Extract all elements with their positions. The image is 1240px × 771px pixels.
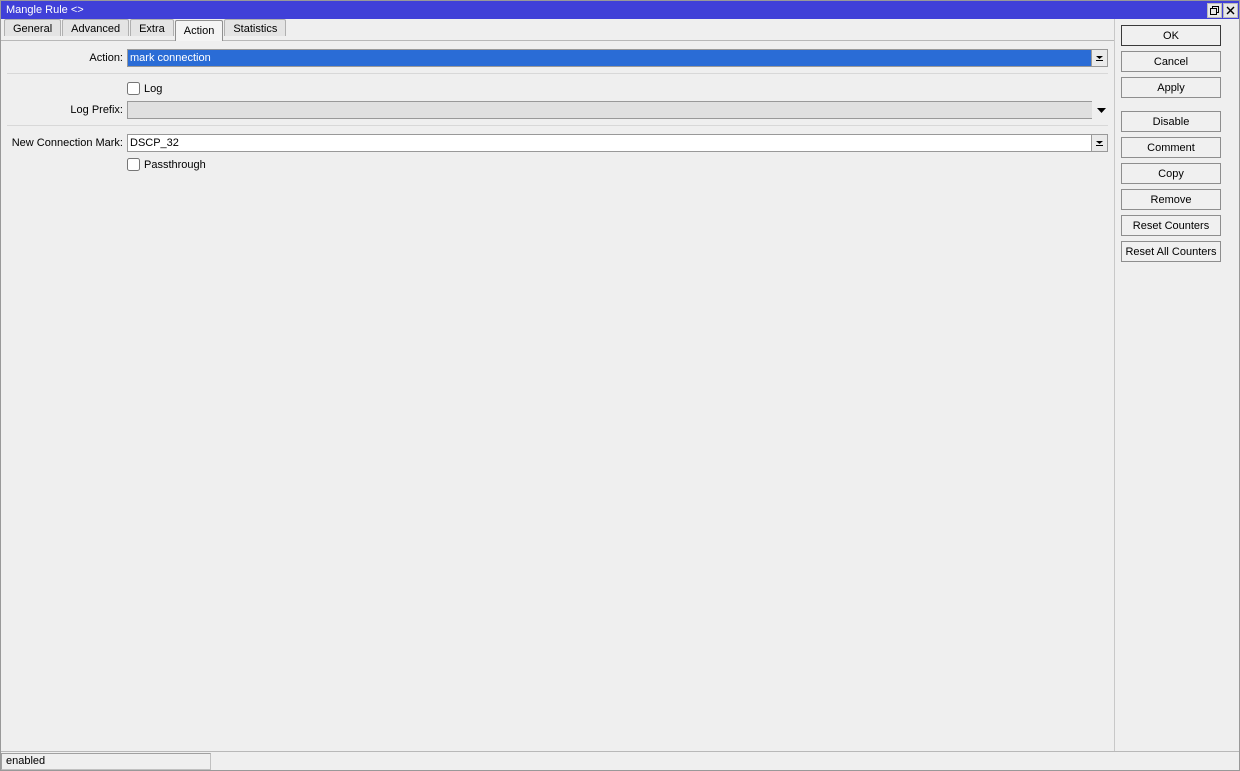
close-button[interactable]: [1223, 3, 1238, 18]
cancel-button[interactable]: Cancel: [1121, 51, 1221, 72]
new-connection-mark-input[interactable]: [127, 134, 1091, 152]
log-checkbox[interactable]: [127, 82, 140, 95]
title-bar[interactable]: Mangle Rule <>: [1, 1, 1239, 19]
separator-2: [7, 125, 1108, 126]
row-log-prefix: Log Prefix:: [7, 101, 1108, 119]
log-label: Log: [144, 83, 162, 95]
tab-general[interactable]: General: [4, 19, 61, 36]
tab-action[interactable]: Action: [175, 20, 224, 41]
row-passthrough: Passthrough: [7, 158, 1108, 171]
comment-button[interactable]: Comment: [1121, 137, 1221, 158]
select-dropdown-icon: [1095, 54, 1104, 63]
copy-button[interactable]: Copy: [1121, 163, 1221, 184]
select-dropdown-icon: [1095, 139, 1104, 148]
tab-advanced[interactable]: Advanced: [62, 19, 129, 36]
restore-button[interactable]: [1207, 3, 1222, 18]
log-prefix-input[interactable]: [127, 101, 1092, 119]
chevron-down-icon: [1097, 106, 1106, 115]
reset-counters-button[interactable]: Reset Counters: [1121, 215, 1221, 236]
close-icon: [1226, 6, 1235, 15]
row-action: Action:: [7, 49, 1108, 67]
window-title: Mangle Rule <>: [6, 4, 84, 16]
action-combo[interactable]: [127, 49, 1108, 67]
log-prefix-label: Log Prefix:: [7, 104, 127, 116]
disable-button[interactable]: Disable: [1121, 111, 1221, 132]
action-label: Action:: [7, 52, 127, 64]
passthrough-label: Passthrough: [144, 159, 206, 171]
body-area: General Advanced Extra Action Statistics…: [1, 19, 1239, 751]
remove-button[interactable]: Remove: [1121, 189, 1221, 210]
status-text: enabled: [1, 753, 211, 770]
buttons-column: OK Cancel Apply Disable Comment Copy Rem…: [1115, 19, 1239, 751]
new-connection-mark-combo[interactable]: [127, 134, 1108, 152]
action-input[interactable]: [127, 49, 1091, 67]
new-connection-mark-dropdown-button[interactable]: [1091, 134, 1108, 152]
row-new-connection-mark: New Connection Mark:: [7, 134, 1108, 152]
separator-1: [7, 73, 1108, 74]
passthrough-checkbox[interactable]: [127, 158, 140, 171]
content-column: General Advanced Extra Action Statistics…: [1, 19, 1115, 751]
mangle-rule-window: Mangle Rule <> General Advanced: [0, 0, 1240, 771]
log-prefix-expand-button[interactable]: [1094, 101, 1108, 119]
apply-button[interactable]: Apply: [1121, 77, 1221, 98]
log-prefix-combo[interactable]: [127, 101, 1092, 119]
form-area: Action:: [1, 41, 1114, 751]
status-bar: enabled: [1, 751, 1239, 770]
tab-statistics[interactable]: Statistics: [224, 19, 286, 36]
action-dropdown-button[interactable]: [1091, 49, 1108, 67]
restore-icon: [1210, 6, 1219, 15]
ok-button[interactable]: OK: [1121, 25, 1221, 46]
reset-all-counters-button[interactable]: Reset All Counters: [1121, 241, 1221, 262]
titlebar-buttons: [1207, 3, 1239, 18]
tab-extra[interactable]: Extra: [130, 19, 174, 36]
tab-strip: General Advanced Extra Action Statistics: [1, 19, 1114, 41]
new-connection-mark-label: New Connection Mark:: [7, 137, 127, 149]
row-log: Log: [7, 82, 1108, 95]
